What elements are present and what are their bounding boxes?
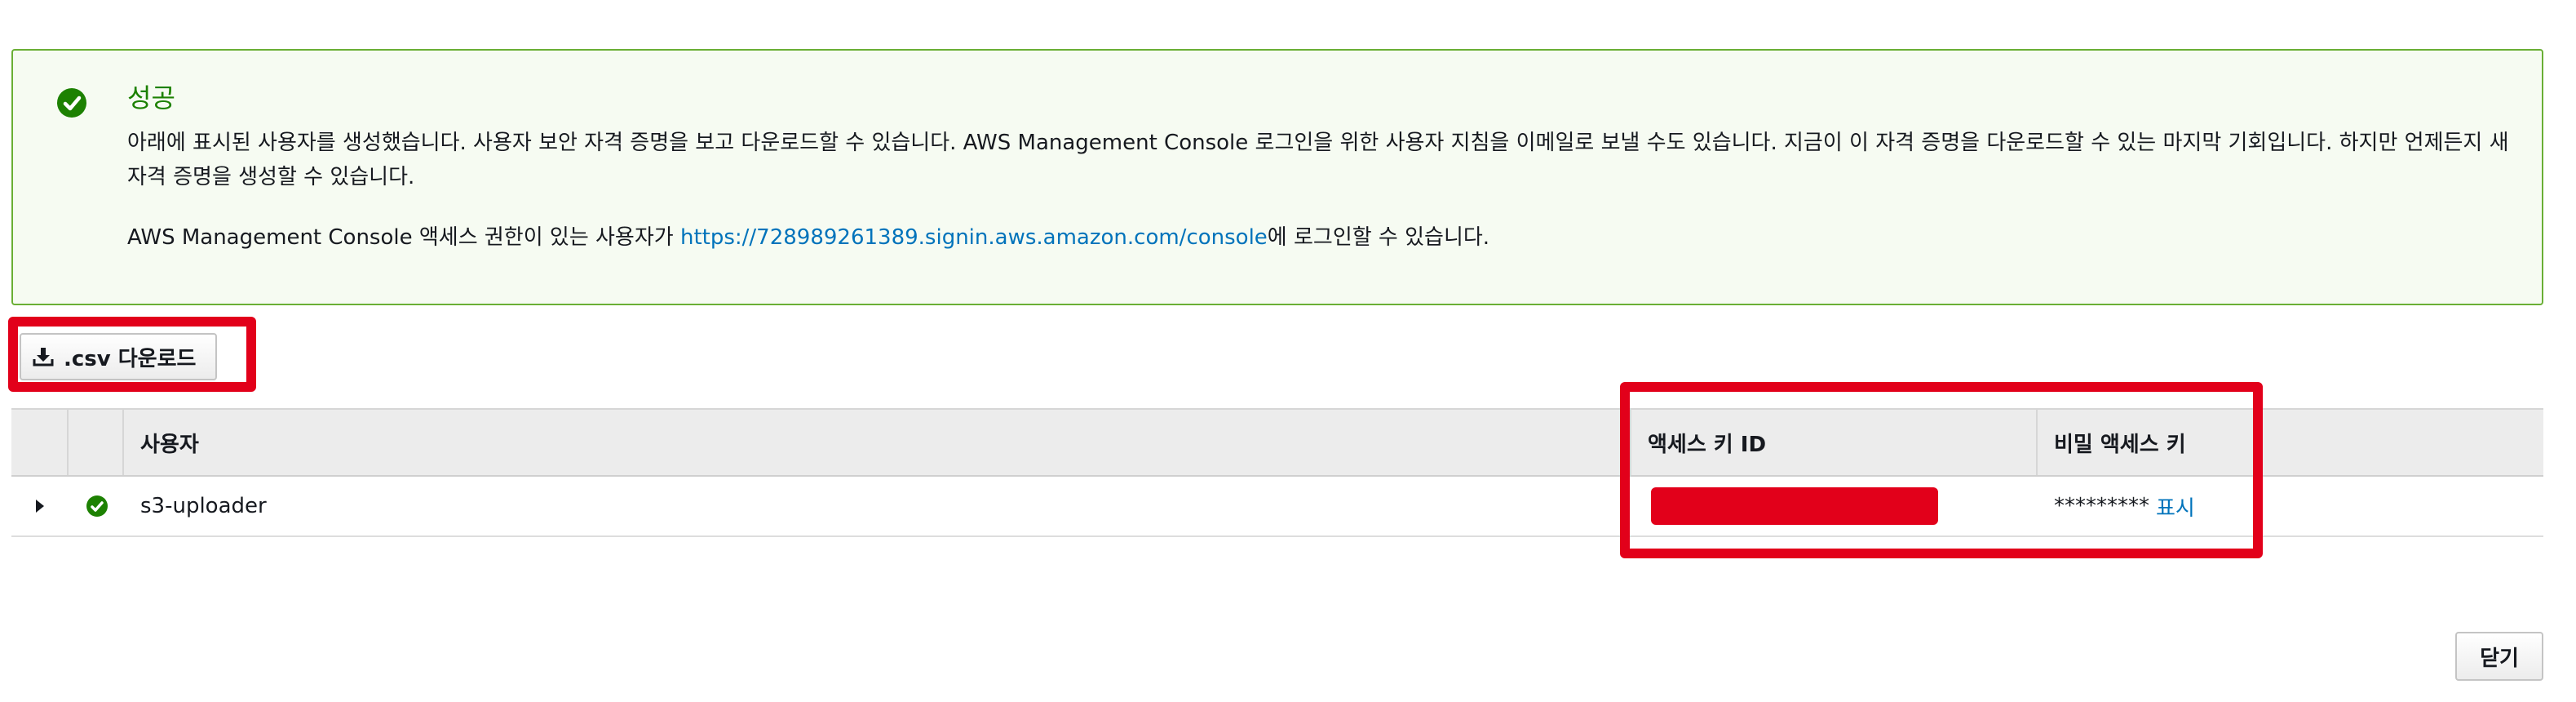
- alert-title: 성공: [127, 82, 175, 113]
- alert-message: 아래에 표시된 사용자를 생성했습니다. 사용자 보안 자격 증명을 보고 다운…: [127, 131, 2509, 189]
- user-name: s3-uploader: [140, 494, 267, 518]
- console-text-before: AWS Management Console 액세스 권한이 있는 사용자가: [127, 225, 680, 250]
- redaction-bar: [1651, 487, 1938, 525]
- column-header-secret-access-key[interactable]: 비밀 액세스 키: [2036, 410, 2543, 475]
- console-text-after: 에 로그인할 수 있습니다.: [1267, 225, 1490, 250]
- expand-row-toggle[interactable]: [34, 477, 46, 535]
- caret-right-icon: [36, 500, 44, 513]
- download-icon: [33, 348, 54, 367]
- success-alert: 성공 아래에 표시된 사용자를 생성했습니다. 사용자 보안 자격 증명을 보고…: [11, 49, 2543, 305]
- check-circle-icon: [86, 495, 108, 517]
- alert-body: 아래에 표시된 사용자를 생성했습니다. 사용자 보안 자격 증명을 보고 다운…: [127, 126, 2509, 255]
- csv-download-button[interactable]: .csv 다운로드: [20, 333, 217, 380]
- close-button[interactable]: 닫기: [2455, 632, 2543, 681]
- console-signin-link[interactable]: https://728989261389.signin.aws.amazon.c…: [680, 225, 1268, 250]
- csv-download-label: .csv 다운로드: [64, 346, 197, 371]
- table-header: 사용자 액세스 키 ID 비밀 액세스 키: [11, 408, 2543, 477]
- column-header-access-key-id[interactable]: 액세스 키 ID: [1630, 410, 2036, 475]
- alert-console-info: AWS Management Console 액세스 권한이 있는 사용자가 h…: [127, 220, 2509, 255]
- users-table: 사용자 액세스 키 ID 비밀 액세스 키 s3-uploader ******…: [11, 408, 2543, 537]
- access-key-id-redacted: [1651, 477, 1938, 535]
- show-secret-link[interactable]: 표시: [2156, 491, 2195, 522]
- check-circle-icon: [57, 88, 86, 118]
- column-header-user[interactable]: 사용자: [122, 410, 1630, 475]
- secret-access-key-cell: ********* 표시: [2054, 477, 2195, 535]
- column-divider: [67, 410, 69, 475]
- secret-key-masked: *********: [2054, 494, 2149, 518]
- row-status: [86, 477, 108, 535]
- table-row: s3-uploader ********* 표시: [11, 477, 2543, 537]
